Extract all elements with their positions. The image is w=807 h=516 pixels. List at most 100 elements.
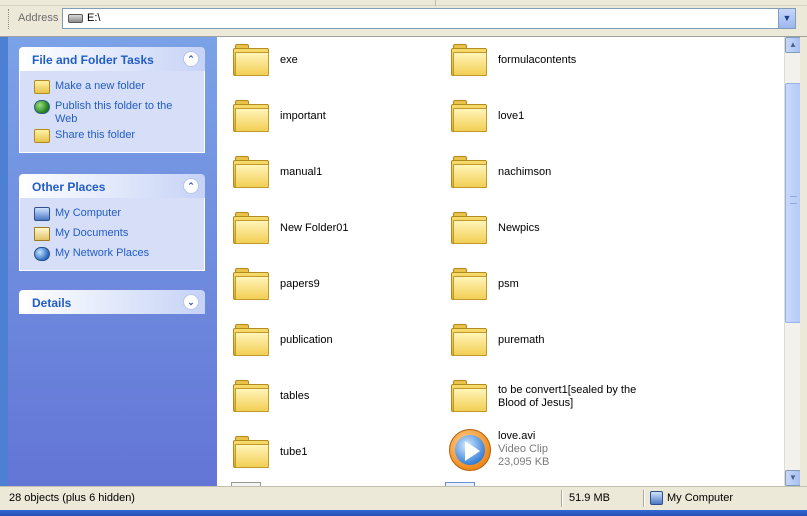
toolbar-top-edge [0,0,807,6]
item-name: papers9 [280,278,320,290]
globe-icon [34,100,50,114]
place-label: My Network Places [55,247,150,259]
task-label: Make a new folder [55,80,145,92]
task-make-new-folder[interactable]: Make a new folder [20,77,204,97]
folder-item[interactable]: tube1 [223,431,433,475]
folder-icon [233,43,269,77]
share-folder-icon [34,129,50,143]
place-my-computer[interactable]: My Computer [20,204,204,224]
item-name: manual1 [280,166,323,178]
task-label: Share this folder [55,129,136,141]
folder-icon [233,211,269,245]
network-places-icon [34,247,50,261]
task-pane: File and Folder Tasks ⌃ Make a new folde… [8,37,217,486]
item-name: puremath [498,334,545,346]
file-folder-tasks-list: Make a new folder Publish this folder to… [19,71,205,153]
place-label: My Computer [55,207,122,219]
file-list: exe formulacontents important love1 manu… [217,37,784,486]
task-label: Publish this folder to the Web [55,100,173,125]
address-value[interactable]: E:\ [87,12,100,24]
item-name: psm [498,278,519,290]
address-label: Address [18,12,59,24]
status-size: 51.9 MB [569,492,610,504]
address-dropdown-button[interactable]: ▼ [778,9,795,28]
item-name: tables [280,390,310,402]
item-name: to be convert1[sealed by the Blood of Je… [498,384,637,409]
folder-item[interactable]: manual1 [223,151,433,195]
status-bar: 28 objects (plus 6 hidden) 51.9 MB My Co… [0,486,807,510]
taskbar-edge [0,510,807,516]
folder-item[interactable]: to be convert1[sealed by the Blood of Je… [441,375,651,419]
other-places-list: My Computer My Documents My Network Plac… [19,198,205,271]
item-name: nachimson [498,166,552,178]
item-name: publication [280,334,333,346]
folder-icon [233,155,269,189]
place-my-documents[interactable]: My Documents [20,224,204,244]
task-publish-folder[interactable]: Publish this folder to the Web [20,97,204,126]
file-folder-tasks-header[interactable]: File and Folder Tasks ⌃ [19,47,205,71]
my-computer-icon [650,491,663,505]
folder-icon [451,99,487,133]
item-name: New Folder01 [280,222,349,234]
folder-icon [233,267,269,301]
folder-item[interactable]: puremath [441,319,651,363]
folder-icon [233,99,269,133]
place-my-network-places[interactable]: My Network Places [20,244,204,264]
item-size: 23,095 KB [498,456,550,468]
task-share-folder[interactable]: Share this folder [20,126,204,146]
toolbar-grip[interactable] [8,9,11,29]
details-header[interactable]: Details ⌄ [19,290,205,314]
folder-icon [451,323,487,357]
my-computer-icon [34,207,50,221]
place-label: My Documents [55,227,129,239]
vertical-scrollbar[interactable]: ▲ ▼ [784,37,801,486]
explorer-window: Address E:\ ▼ File and Folder Tasks ⌃ Ma… [0,0,807,516]
address-input[interactable]: E:\ ▼ [62,8,796,29]
folder-item[interactable]: Newpics [441,207,651,251]
file-folder-tasks-panel: File and Folder Tasks ⌃ Make a new folde… [19,47,205,153]
panel-title: Other Places [32,180,106,194]
folder-item[interactable]: papers9 [223,263,433,307]
folder-icon [233,323,269,357]
item-name: Newpics [498,222,540,234]
video-play-icon [449,429,491,471]
details-panel: Details ⌄ [19,290,205,314]
folder-item[interactable]: important [223,95,433,139]
video-file-item[interactable]: love.avi Video Clip 23,095 KB [441,429,651,475]
collapse-icon[interactable]: ⌃ [183,178,199,194]
folder-icon [233,379,269,413]
my-documents-icon [34,227,50,241]
folder-icon [451,43,487,77]
folder-item[interactable]: New Folder01 [223,207,433,251]
folder-icon [451,267,487,301]
panel-title: Details [32,296,72,310]
item-name: tube1 [280,446,308,458]
scroll-down-button[interactable]: ▼ [785,470,801,486]
item-type: Video Clip [498,443,548,455]
collapse-icon[interactable]: ⌃ [183,51,199,67]
folder-item[interactable]: formulacontents [441,39,651,83]
item-name: exe [280,54,298,66]
folder-item[interactable]: love1 [441,95,651,139]
folder-item[interactable]: nachimson [441,151,651,195]
folder-item[interactable]: tables [223,375,433,419]
folder-icon [451,155,487,189]
folder-icon [451,379,487,413]
folder-item[interactable]: psm [441,263,651,307]
item-name: important [280,110,326,122]
item-name: love1 [498,110,525,122]
expand-icon[interactable]: ⌄ [183,294,199,310]
scroll-thumb[interactable] [785,83,801,323]
status-location: My Computer [667,492,734,504]
item-name: formulacontents [498,54,577,66]
item-name: love.avi [498,430,536,442]
folder-item[interactable]: publication [223,319,433,363]
desktop-background [0,37,8,486]
other-places-header[interactable]: Other Places ⌃ [19,174,205,198]
window-edge [800,37,807,507]
folder-icon [233,435,269,469]
folder-item[interactable]: exe [223,39,433,83]
scroll-up-button[interactable]: ▲ [785,37,801,53]
drive-icon [68,14,83,23]
new-folder-icon [34,80,50,94]
